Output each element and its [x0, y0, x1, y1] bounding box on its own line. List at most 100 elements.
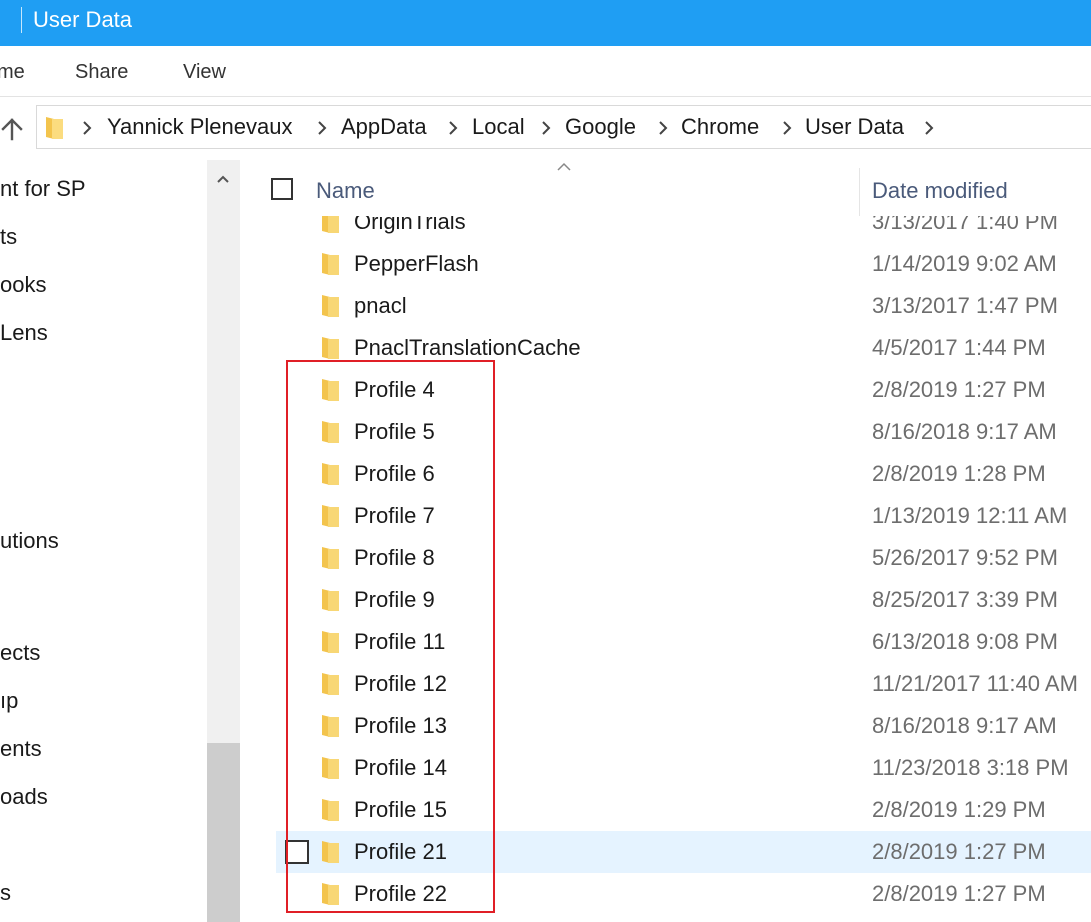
- nav-item[interactable]: ooks: [0, 272, 46, 298]
- file-date-modified: 6/13/2018 9:08 PM: [872, 629, 1058, 654]
- folder-icon: [322, 379, 339, 401]
- file-date-modified: 11/21/2017 11:40 AM: [872, 671, 1078, 696]
- chevron-right-icon[interactable]: [81, 120, 93, 136]
- file-name: Profile 11: [354, 629, 446, 654]
- chevron-right-icon[interactable]: [447, 120, 459, 136]
- chevron-right-icon[interactable]: [540, 120, 552, 136]
- folder-icon: [322, 631, 339, 653]
- file-row[interactable]: Profile 14 11/23/2018 3:18 PM: [276, 747, 1091, 789]
- folder-icon: [322, 673, 339, 695]
- breadcrumb-user[interactable]: Yannick Plenevaux: [107, 114, 293, 140]
- file-row[interactable]: Profile 6 2/8/2019 1:28 PM: [276, 453, 1091, 495]
- breadcrumb-user-data[interactable]: User Data: [805, 114, 904, 140]
- file-name: Profile 7: [354, 503, 435, 528]
- column-header-date-modified[interactable]: Date modified: [872, 178, 1008, 204]
- file-name: Profile 21: [354, 839, 447, 864]
- folder-icon: [322, 421, 339, 443]
- nav-item[interactable]: ıp: [0, 688, 18, 714]
- file-row[interactable]: Profile 4 2/8/2019 1:27 PM: [276, 369, 1091, 411]
- nav-item[interactable]: nt for SP: [0, 176, 86, 202]
- address-bar[interactable]: Yannick Plenevaux AppData Local Google C…: [36, 105, 1091, 149]
- row-checkbox[interactable]: [285, 840, 309, 864]
- folder-icon: [322, 295, 339, 317]
- chevron-right-icon[interactable]: [923, 120, 935, 136]
- folder-icon: [322, 463, 339, 485]
- tab-share[interactable]: Share: [75, 60, 128, 84]
- file-row[interactable]: Profile 7 1/13/2019 12:11 AM: [276, 495, 1091, 537]
- folder-icon: [322, 715, 339, 737]
- folder-icon: [322, 757, 339, 779]
- nav-item[interactable]: Lens: [0, 320, 48, 346]
- file-row[interactable]: PepperFlash 1/14/2019 9:02 AM: [276, 243, 1091, 285]
- sort-caret-icon: [557, 162, 571, 171]
- file-date-modified: 8/16/2018 9:17 AM: [872, 713, 1057, 738]
- file-date-modified: 2/8/2019 1:29 PM: [872, 797, 1046, 822]
- file-date-modified: 1/13/2019 12:11 AM: [872, 503, 1068, 528]
- file-date-modified: 3/13/2017 1:40 PM: [872, 216, 1058, 234]
- file-row[interactable]: Profile 21 2/8/2019 1:27 PM: [276, 831, 1091, 873]
- file-name: PnaclTranslationCache: [354, 335, 581, 360]
- file-name: OriginTrials: [354, 216, 466, 234]
- arrow-up-icon[interactable]: [0, 117, 24, 141]
- chevron-right-icon[interactable]: [657, 120, 669, 136]
- address-row: Yannick Plenevaux AppData Local Google C…: [0, 97, 1091, 159]
- file-row[interactable]: Profile 11 6/13/2018 9:08 PM: [276, 621, 1091, 663]
- file-row[interactable]: Profile 22 2/8/2019 1:27 PM: [276, 873, 1091, 915]
- folder-icon: [322, 547, 339, 569]
- chevron-right-icon[interactable]: [781, 120, 793, 136]
- nav-item[interactable]: ects: [0, 640, 40, 666]
- nav-item[interactable]: s: [0, 880, 11, 906]
- file-date-modified: 2/8/2019 1:27 PM: [872, 839, 1046, 864]
- file-name: pnacl: [354, 293, 407, 318]
- file-name: PepperFlash: [354, 251, 479, 276]
- folder-icon: [322, 505, 339, 527]
- folder-icon: [322, 589, 339, 611]
- file-rows: OriginTrials 3/13/2017 1:40 PM PepperFlash…: [240, 216, 1091, 922]
- nav-item[interactable]: ents: [0, 736, 42, 762]
- breadcrumb-google[interactable]: Google: [565, 114, 636, 140]
- file-date-modified: 2/8/2019 1:28 PM: [872, 461, 1046, 486]
- file-name: Profile 4: [354, 377, 435, 402]
- select-all-checkbox[interactable]: [271, 178, 293, 200]
- nav-item[interactable]: utions: [0, 528, 59, 554]
- tab-home[interactable]: me: [0, 60, 25, 84]
- folder-icon: [322, 216, 339, 233]
- file-row[interactable]: Profile 9 8/25/2017 3:39 PM: [276, 579, 1091, 621]
- file-row[interactable]: Profile 13 8/16/2018 9:17 AM: [276, 705, 1091, 747]
- folder-icon: [322, 883, 339, 905]
- scrollbar-thumb[interactable]: [207, 743, 240, 922]
- column-divider[interactable]: [859, 168, 860, 216]
- breadcrumb-appdata[interactable]: AppData: [341, 114, 427, 140]
- file-row[interactable]: Profile 5 8/16/2018 9:17 AM: [276, 411, 1091, 453]
- title-bar: User Data: [0, 0, 1091, 46]
- chevron-up-icon[interactable]: [216, 174, 230, 184]
- folder-icon: [322, 253, 339, 275]
- nav-scrollbar[interactable]: [207, 160, 240, 922]
- file-date-modified: 3/13/2017 1:47 PM: [872, 293, 1058, 318]
- nav-item[interactable]: ts: [0, 224, 17, 250]
- window-title: User Data: [33, 7, 133, 32]
- file-row[interactable]: Profile 12 11/21/2017 11:40 AM: [276, 663, 1091, 705]
- file-date-modified: 1/14/2019 9:02 AM: [872, 251, 1057, 276]
- file-row[interactable]: pnacl 3/13/2017 1:47 PM: [276, 285, 1091, 327]
- file-name: Profile 13: [354, 713, 447, 738]
- tab-view[interactable]: View: [183, 60, 226, 84]
- file-row[interactable]: OriginTrials 3/13/2017 1:40 PM: [276, 216, 1091, 243]
- chevron-right-icon[interactable]: [316, 120, 328, 136]
- breadcrumb-local[interactable]: Local: [472, 114, 525, 140]
- file-date-modified: 4/5/2017 1:44 PM: [872, 335, 1046, 360]
- file-date-modified: 11/23/2018 3:18 PM: [872, 755, 1069, 780]
- file-date-modified: 8/25/2017 3:39 PM: [872, 587, 1058, 612]
- file-name: Profile 6: [354, 461, 435, 486]
- file-date-modified: 2/8/2019 1:27 PM: [872, 881, 1046, 906]
- nav-item[interactable]: oads: [0, 784, 48, 810]
- file-row[interactable]: Profile 15 2/8/2019 1:29 PM: [276, 789, 1091, 831]
- column-header-name[interactable]: Name: [316, 178, 375, 204]
- file-name: Profile 14: [354, 755, 447, 780]
- breadcrumb-chrome[interactable]: Chrome: [681, 114, 759, 140]
- file-name: Profile 8: [354, 545, 435, 570]
- title-separator: [21, 7, 22, 33]
- file-row[interactable]: PnaclTranslationCache 4/5/2017 1:44 PM: [276, 327, 1091, 369]
- file-date-modified: 2/8/2019 1:27 PM: [872, 377, 1046, 402]
- file-row[interactable]: Profile 8 5/26/2017 9:52 PM: [276, 537, 1091, 579]
